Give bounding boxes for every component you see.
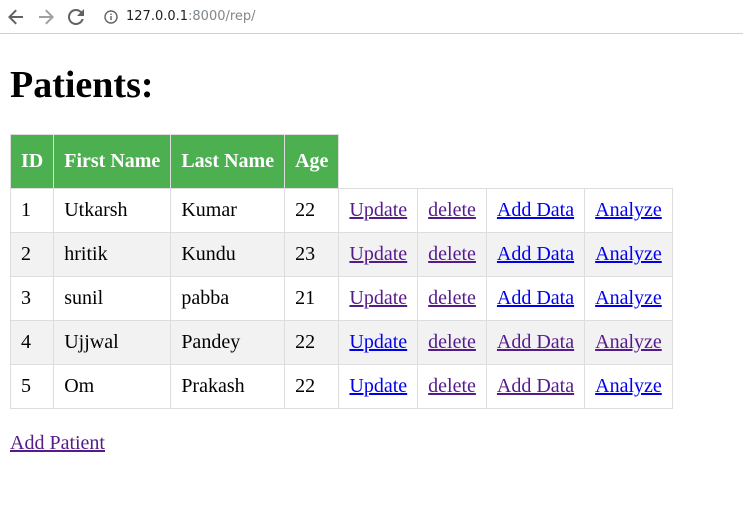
address-bar[interactable]: 127.0.0.1:8000/rep/ bbox=[104, 9, 256, 24]
add-data-link[interactable]: Add Data bbox=[497, 375, 574, 397]
table-row: 4 Ujjwal Pandey 22 Update delete Add Data Analy… bbox=[9, 320, 673, 365]
add-data-link[interactable]: Add Data bbox=[497, 243, 574, 265]
cell-age: 22 bbox=[284, 320, 340, 365]
action-cell: delete bbox=[417, 188, 487, 233]
cell-id: 4 bbox=[9, 320, 55, 365]
action-cell: Update bbox=[338, 276, 419, 321]
action-cell: Add Data bbox=[485, 188, 586, 233]
delete-link[interactable]: delete bbox=[428, 243, 476, 265]
action-cell: Update bbox=[338, 364, 419, 409]
cell-age: 23 bbox=[284, 232, 340, 277]
page-content: Patients: ID First Name Last Name Age 1U… bbox=[0, 62, 743, 455]
add-data-link[interactable]: Add Data bbox=[497, 287, 574, 309]
table-row: 5 Om Prakash 22 Update delete Add Data Analyze bbox=[9, 364, 673, 409]
update-link[interactable]: Update bbox=[349, 331, 407, 353]
action-cell: delete bbox=[417, 276, 487, 321]
cell-id: 3 bbox=[9, 276, 55, 321]
action-cell: Update bbox=[338, 188, 419, 233]
analyze-link[interactable]: Analyze bbox=[595, 375, 662, 397]
delete-link[interactable]: delete bbox=[428, 331, 476, 353]
action-cell: Add Data bbox=[485, 320, 586, 365]
cell-first-name: sunil bbox=[53, 276, 172, 321]
action-cell: Analyze bbox=[584, 188, 673, 233]
header-first-name: First Name bbox=[53, 134, 172, 189]
action-cell: Analyze bbox=[584, 232, 673, 277]
cell-first-name: Om bbox=[53, 364, 172, 409]
action-cell: delete bbox=[417, 320, 487, 365]
cell-age: 21 bbox=[284, 276, 340, 321]
page-title: Patients: bbox=[10, 64, 154, 106]
update-link[interactable]: Update bbox=[349, 287, 407, 309]
delete-link[interactable]: delete bbox=[428, 287, 476, 309]
cell-age: 22 bbox=[284, 188, 340, 233]
cell-last-name: Pandey bbox=[170, 320, 286, 365]
add-data-link[interactable]: Add Data bbox=[497, 331, 574, 353]
action-cell: Analyze bbox=[584, 276, 673, 321]
header-age: Age bbox=[284, 134, 340, 189]
action-cell: Update bbox=[338, 232, 419, 277]
action-cell: Add Data bbox=[485, 276, 586, 321]
analyze-link[interactable]: Analyze bbox=[595, 287, 662, 309]
cell-last-name: Prakash bbox=[170, 364, 286, 409]
cell-first-name: Utkarsh bbox=[53, 188, 172, 233]
analyze-link[interactable]: Analyze bbox=[595, 243, 662, 265]
reload-icon bbox=[68, 8, 84, 25]
table-row: 2 hritik Kundu 23 Update delete Add Data Analyz… bbox=[9, 232, 673, 277]
header-last-name: Last Name bbox=[170, 134, 286, 189]
info-icon[interactable] bbox=[104, 9, 118, 24]
action-cell: delete bbox=[417, 364, 487, 409]
cell-last-name: Kumar bbox=[170, 188, 286, 233]
arrow-right-icon bbox=[39, 9, 54, 24]
delete-link[interactable]: delete bbox=[428, 375, 476, 397]
analyze-link[interactable]: Analyze bbox=[595, 331, 662, 353]
cell-first-name: Ujjwal bbox=[53, 320, 172, 365]
add-patient-link[interactable]: Add Patient bbox=[10, 432, 105, 455]
table-row: 1 Utkarsh Kumar 22 Update delete Add Data Analy… bbox=[9, 188, 673, 233]
cell-id: 5 bbox=[9, 364, 55, 409]
cell-first-name: hritik bbox=[53, 232, 172, 277]
update-link[interactable]: Update bbox=[349, 243, 407, 265]
delete-link[interactable]: delete bbox=[428, 199, 476, 221]
url-path: :8000/rep/ bbox=[188, 9, 256, 24]
table-header-row: ID First Name Last Name Age bbox=[9, 134, 673, 189]
cell-id: 1 bbox=[9, 188, 55, 233]
update-link[interactable]: Update bbox=[349, 375, 407, 397]
cell-age: 22 bbox=[284, 364, 340, 409]
action-cell: Add Data bbox=[485, 232, 586, 277]
action-cell: Update bbox=[338, 320, 419, 365]
cell-last-name: pabba bbox=[170, 276, 286, 321]
forward-button[interactable] bbox=[32, 3, 60, 31]
cell-id: 2 bbox=[9, 232, 55, 277]
url-host: 127.0.0.1 bbox=[126, 9, 189, 24]
action-cell: delete bbox=[417, 232, 487, 277]
analyze-link[interactable]: Analyze bbox=[595, 199, 662, 221]
update-link[interactable]: Update bbox=[349, 199, 407, 221]
action-cell: Add Data bbox=[485, 364, 586, 409]
patients-table: ID First Name Last Name Age 1 Utkarsh Kuma… bbox=[9, 134, 673, 409]
arrow-left-icon bbox=[8, 9, 23, 24]
add-data-link[interactable]: Add Data bbox=[497, 199, 574, 221]
table-row: 3 sunil pabba 21 Update delete Add Data Analyze bbox=[9, 276, 673, 321]
back-button[interactable] bbox=[2, 3, 30, 31]
header-id: ID bbox=[9, 134, 55, 189]
cell-last-name: Kundu bbox=[170, 232, 286, 277]
browser-toolbar: 127.0.0.1:8000/rep/ bbox=[0, 0, 743, 34]
action-cell: Analyze bbox=[584, 364, 673, 409]
reload-button[interactable] bbox=[62, 3, 90, 31]
action-cell: Analyze bbox=[584, 320, 673, 365]
